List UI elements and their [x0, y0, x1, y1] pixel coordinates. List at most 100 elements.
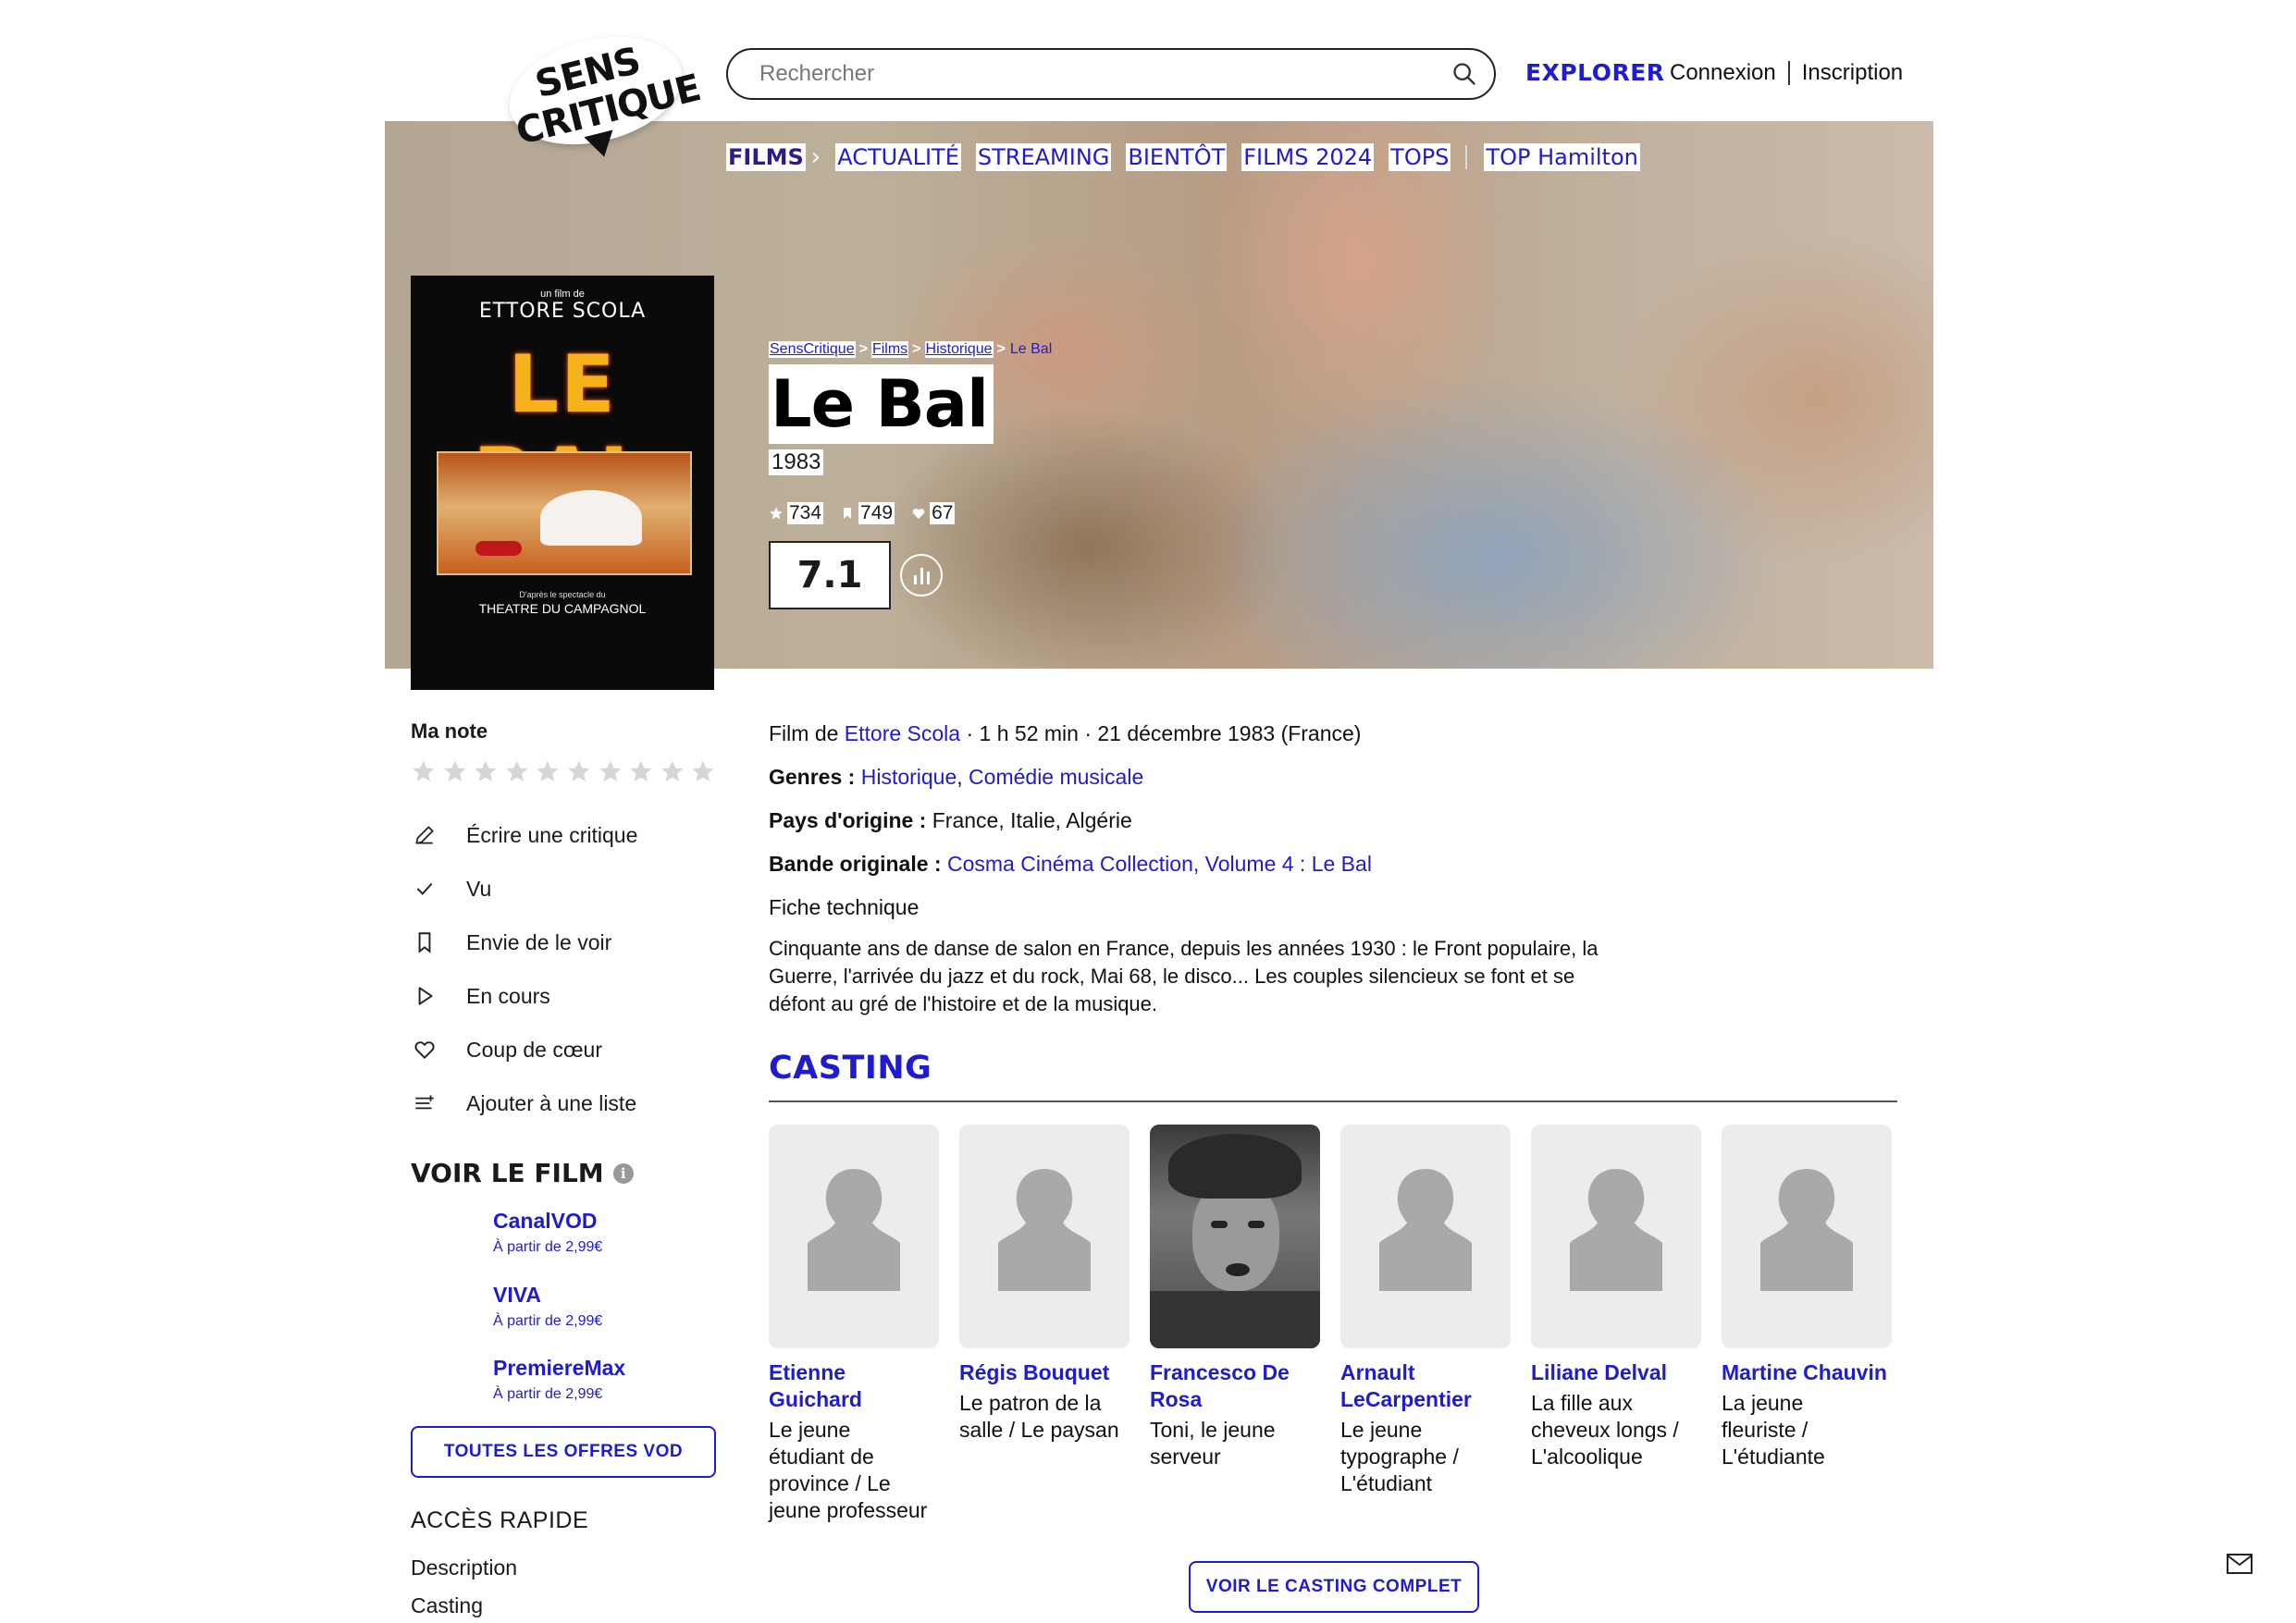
nav-bientot[interactable]: BIENTÔT: [1126, 143, 1228, 171]
wishlist-count-value: 749: [858, 502, 895, 524]
vod-offer-viva[interactable]: VIVA À partir de 2,99€: [493, 1283, 734, 1330]
vod-offer-price: À partir de 2,99€: [493, 1313, 603, 1329]
actor-photo[interactable]: [1150, 1125, 1320, 1348]
category-nav: FILMS › ACTUALITÉ STREAMING BIENTÔT FILM…: [726, 143, 1655, 171]
cast-card[interactable]: Liliane Delval La fille aux cheveux longs …: [1531, 1125, 1701, 1470]
search-input[interactable]: [758, 60, 1451, 88]
cast-name-line: Etienne: [769, 1360, 846, 1384]
breadcrumb-senscritique[interactable]: SensCritique: [769, 341, 856, 358]
senscritique-logo[interactable]: SENS CRITIQUE: [498, 23, 705, 161]
casting-title: CASTING: [769, 1050, 932, 1087]
breadcrumb-historique[interactable]: Historique: [924, 341, 994, 358]
cast-card[interactable]: Etienne Guichard Le jeune étudiant de provin…: [769, 1125, 939, 1524]
soundtrack-label: Bande originale :: [769, 852, 942, 876]
action-label: Écrire une critique: [466, 822, 638, 847]
action-label: En cours: [466, 983, 550, 1008]
nav-tops[interactable]: TOPS: [1389, 143, 1451, 171]
my-rating-stars[interactable]: [411, 758, 716, 784]
nav-films-2024[interactable]: FILMS 2024: [1241, 143, 1375, 171]
cast-role-line: L'étudiant: [1340, 1471, 1433, 1495]
cast-name[interactable]: Arnault LeCarpentier: [1340, 1359, 1511, 1413]
nav-films[interactable]: FILMS: [726, 143, 806, 171]
director-link[interactable]: Ettore Scola: [845, 721, 960, 745]
rating-star-icon[interactable]: [598, 758, 623, 784]
nav-top-hamilton[interactable]: TOP Hamilton: [1484, 143, 1640, 171]
add-to-list-action[interactable]: Ajouter à une liste: [411, 1076, 716, 1130]
cast-card[interactable]: Martine Chauvin La jeune fleuriste / L'étud…: [1722, 1125, 1892, 1470]
cast-role: La jeune fleuriste / L'étudiante: [1722, 1390, 1892, 1470]
vod-offer-name: VIVA: [493, 1283, 541, 1307]
user-actions: Écrire une critique Vu Envie de le voir …: [411, 808, 716, 1130]
bar-chart-icon[interactable]: [900, 554, 943, 596]
write-review-action[interactable]: Écrire une critique: [411, 808, 716, 862]
actor-placeholder-avatar[interactable]: [1531, 1125, 1701, 1348]
page-title: Le Bal: [769, 364, 994, 444]
site-header: SENS CRITIQUE EXPLORER Connexion Inscrip…: [0, 0, 2296, 161]
wishlist-action[interactable]: Envie de le voir: [411, 916, 716, 969]
pencil-icon: [415, 826, 434, 844]
soundtrack-link[interactable]: Cosma Cinéma Collection, Volume 4 : Le B…: [947, 852, 1372, 876]
rating-star-icon[interactable]: [660, 758, 685, 784]
rating-star-icon[interactable]: [535, 758, 561, 784]
login-link[interactable]: Connexion: [1670, 60, 1776, 86]
cast-name[interactable]: Etienne Guichard: [769, 1359, 939, 1413]
nav-streaming[interactable]: STREAMING: [975, 143, 1112, 171]
rating-star-icon[interactable]: [566, 758, 592, 784]
fiche-technique-link[interactable]: Fiche technique: [769, 895, 919, 920]
vod-offer-premieremax[interactable]: PremiereMax À partir de 2,99€: [493, 1356, 734, 1403]
actor-placeholder-avatar[interactable]: [1722, 1125, 1892, 1348]
cast-role-line: étudiant de: [769, 1445, 874, 1469]
all-vod-offers-button[interactable]: TOUTES LES OFFRES VOD: [411, 1426, 716, 1478]
rating-star-icon[interactable]: [628, 758, 654, 784]
seen-action[interactable]: Vu: [411, 862, 716, 916]
cast-card[interactable]: Francesco De Rosa Toni, le jeune serveur: [1150, 1125, 1320, 1470]
cast-name[interactable]: Liliane Delval: [1531, 1359, 1701, 1386]
cast-card[interactable]: Régis Bouquet Le patron de la salle / Le p…: [959, 1125, 1129, 1444]
cast-name-line: Arnault: [1340, 1360, 1415, 1384]
explorer-link[interactable]: EXPLORER: [1525, 59, 1665, 86]
country-label: Pays d'origine :: [769, 808, 927, 832]
in-progress-action[interactable]: En cours: [411, 969, 716, 1023]
rating-star-icon[interactable]: [690, 758, 716, 784]
favorites-count: 67: [911, 502, 956, 524]
film-meta-line: Film de Ettore Scola · 1 h 52 min · 21 d…: [769, 721, 1361, 746]
genre-link-historique[interactable]: Historique: [861, 765, 957, 789]
rating-star-icon[interactable]: [411, 758, 437, 784]
actor-placeholder-avatar[interactable]: [769, 1125, 939, 1348]
actor-placeholder-avatar[interactable]: [1340, 1125, 1511, 1348]
film-by-label: Film de: [769, 721, 845, 745]
rating-star-icon[interactable]: [473, 758, 499, 784]
cast-name-line: Francesco De: [1150, 1360, 1290, 1384]
quick-access-description[interactable]: Description: [411, 1555, 517, 1580]
movie-poster[interactable]: un film de ETTORE SCOLA LE BAL D'après l…: [411, 276, 714, 690]
check-icon: [416, 882, 433, 895]
rating-star-icon[interactable]: [504, 758, 530, 784]
info-icon[interactable]: i: [612, 1162, 634, 1184]
nav-actualite[interactable]: ACTUALITÉ: [835, 143, 961, 171]
vod-offer-name: CanalVOD: [493, 1209, 598, 1233]
cast-name[interactable]: Régis Bouquet: [959, 1359, 1129, 1386]
favorite-action[interactable]: Coup de cœur: [411, 1023, 716, 1076]
mail-icon[interactable]: [2227, 1554, 2253, 1574]
cast-name[interactable]: Francesco De Rosa: [1150, 1359, 1320, 1413]
breadcrumb-films[interactable]: Films: [870, 341, 909, 358]
cast-role-line: typographe /: [1340, 1445, 1459, 1469]
breadcrumb-separator: >: [912, 341, 921, 357]
signup-link[interactable]: Inscription: [1802, 60, 1903, 86]
search-icon[interactable]: [1451, 61, 1477, 87]
rating-star-icon[interactable]: [442, 758, 468, 784]
quick-access-casting[interactable]: Casting: [411, 1593, 483, 1618]
chevron-right-icon: ›: [810, 143, 821, 171]
vod-offer-canalvod[interactable]: CanalVOD À partir de 2,99€: [493, 1209, 734, 1256]
cast-card[interactable]: Arnault LeCarpentier Le jeune typographe / L…: [1340, 1125, 1511, 1497]
search-bar: [726, 48, 1496, 100]
cast-role-line: Le jeune: [1340, 1418, 1423, 1442]
favorites-count-value: 67: [930, 502, 956, 524]
cast-role-line: jeune professeur: [769, 1498, 928, 1522]
star-icon: [770, 507, 783, 520]
genre-link-comedie-musicale[interactable]: Comédie musicale: [969, 765, 1143, 789]
cast-role: La fille aux cheveux longs / L'alcoolique: [1531, 1390, 1701, 1470]
cast-name[interactable]: Martine Chauvin: [1722, 1359, 1892, 1386]
actor-placeholder-avatar[interactable]: [959, 1125, 1129, 1348]
full-casting-button[interactable]: VOIR LE CASTING COMPLET: [1189, 1561, 1479, 1613]
